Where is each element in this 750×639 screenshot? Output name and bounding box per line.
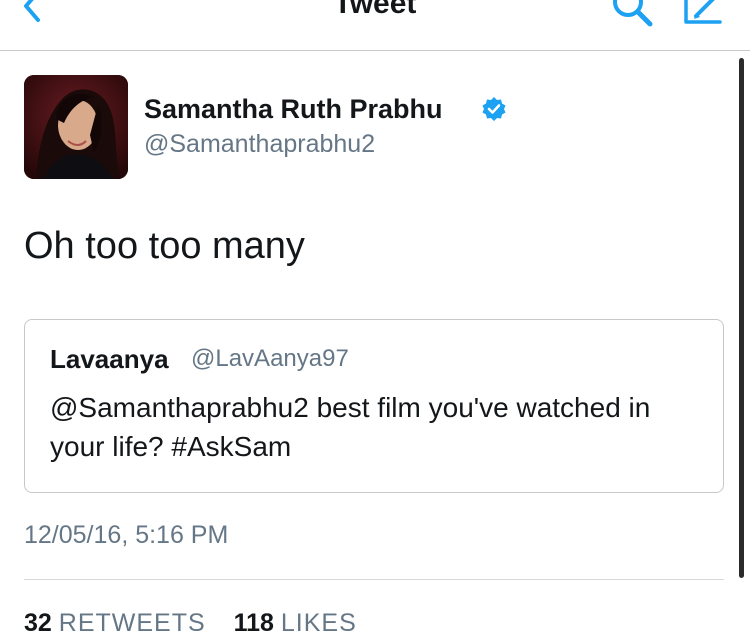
retweets-count: 32 xyxy=(24,609,52,637)
nav-bar: Tweet xyxy=(0,0,750,51)
search-icon xyxy=(613,0,653,27)
quoted-tweet-card[interactable]: Lavaanya @LavAanya97 @Samanthaprabhu2 be… xyxy=(24,319,724,493)
quoted-tweet-text: @Samanthaprabhu2 best film you've watche… xyxy=(50,392,651,462)
compose-icon xyxy=(684,0,722,24)
divider xyxy=(24,579,724,580)
quoted-author-handle: @LavAanya97 xyxy=(191,345,349,372)
likes-count: 118 xyxy=(233,609,274,637)
retweets-stat[interactable]: 32 RETWEETS xyxy=(24,609,213,637)
scrollbar[interactable] xyxy=(739,58,744,578)
author-name[interactable]: Samantha Ruth Prabhu xyxy=(144,92,443,126)
tweet-stats: 32 RETWEETS 118 LIKES xyxy=(24,607,357,639)
avatar[interactable] xyxy=(24,75,128,179)
author-handle[interactable]: @Samanthaprabhu2 xyxy=(144,128,375,160)
verified-badge-icon xyxy=(482,97,506,121)
likes-label: LIKES xyxy=(280,609,357,637)
compose-button[interactable] xyxy=(680,0,730,28)
tweet-timestamp: 12/05/16, 5:16 PM xyxy=(24,521,229,549)
quoted-author-name: Lavaanya xyxy=(50,344,169,374)
tweet-text: Oh too too many xyxy=(24,225,305,267)
likes-stat[interactable]: 118 LIKES xyxy=(234,609,357,637)
retweets-label: RETWEETS xyxy=(58,609,206,637)
search-button[interactable] xyxy=(608,0,656,28)
avatar-photo xyxy=(24,75,128,179)
